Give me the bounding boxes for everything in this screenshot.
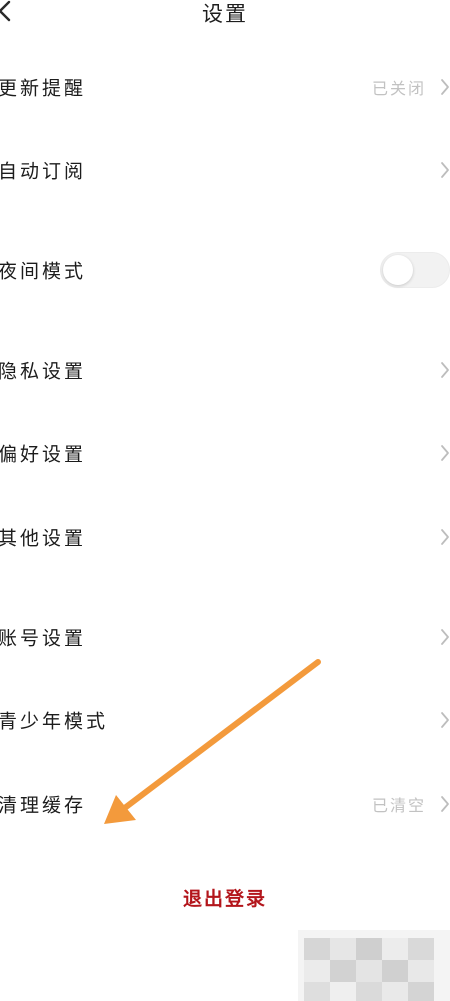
chevron-right-icon xyxy=(441,162,449,178)
settings-row-privacy[interactable]: 隐私设置 xyxy=(0,345,450,395)
chevron-right-icon xyxy=(441,362,449,378)
chevron-right-icon xyxy=(441,712,449,728)
row-label: 账号设置 xyxy=(0,627,87,650)
settings-row-clear-cache[interactable]: 清理缓存 已清空 xyxy=(0,779,450,829)
chevron-right-icon xyxy=(441,796,449,812)
night-mode-toggle[interactable] xyxy=(380,252,450,288)
row-label: 清理缓存 xyxy=(0,794,87,817)
chevron-right-icon xyxy=(441,445,449,461)
settings-row-account[interactable]: 账号设置 xyxy=(0,612,450,662)
settings-row-other[interactable]: 其他设置 xyxy=(0,512,450,562)
chevron-right-icon xyxy=(441,79,449,95)
row-label: 自动订阅 xyxy=(0,160,87,183)
settings-row-night-mode: 夜间模式 xyxy=(0,245,450,295)
page-title: 设置 xyxy=(202,2,248,26)
row-label: 隐私设置 xyxy=(0,360,87,383)
row-label: 青少年模式 xyxy=(0,710,109,733)
row-value: 已清空 xyxy=(371,796,426,815)
row-label: 夜间模式 xyxy=(0,260,87,283)
pixelated-watermark xyxy=(298,930,450,1001)
settings-row-teen-mode[interactable]: 青少年模式 xyxy=(0,695,450,745)
top-bar: 设置 xyxy=(0,0,450,30)
toggle-knob xyxy=(383,255,413,285)
chevron-right-icon xyxy=(441,629,449,645)
row-label: 偏好设置 xyxy=(0,443,87,466)
settings-row-preferences[interactable]: 偏好设置 xyxy=(0,428,450,478)
row-label: 其他设置 xyxy=(0,527,87,550)
chevron-right-icon xyxy=(441,529,449,545)
settings-row-update-reminder[interactable]: 更新提醒 已关闭 xyxy=(0,62,450,112)
row-value: 已关闭 xyxy=(371,79,426,98)
row-label: 更新提醒 xyxy=(0,77,87,100)
logout-button[interactable]: 退出登录 xyxy=(0,884,450,914)
settings-row-auto-subscribe[interactable]: 自动订阅 xyxy=(0,145,450,195)
